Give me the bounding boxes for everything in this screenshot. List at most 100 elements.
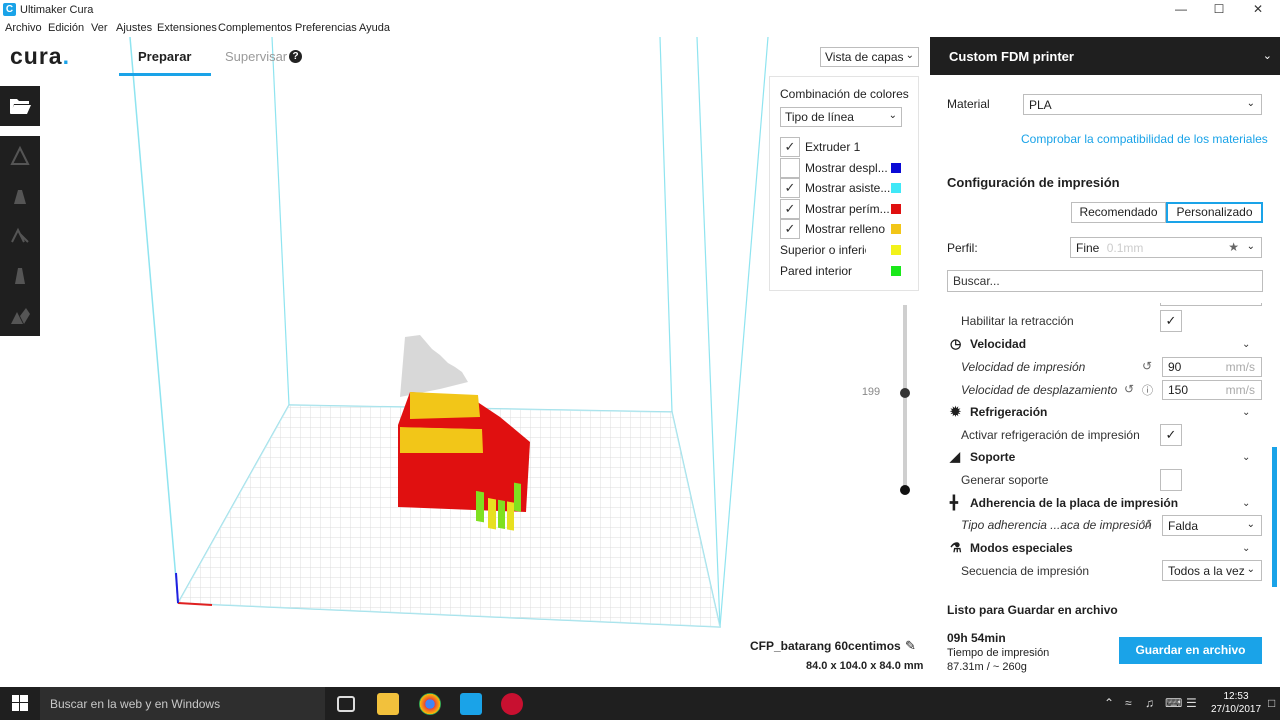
travel-speed-input[interactable]: 150 mm/s [1162,380,1262,400]
menu-ver[interactable]: Ver [91,22,108,34]
show-shell-label: Mostrar perím... [805,202,890,216]
layer-slider-bottom-handle[interactable] [900,485,910,495]
mirror-tool-icon[interactable] [8,264,32,288]
minimize-button[interactable]: — [1171,2,1191,18]
setting-print-speed-label: Velocidad de impresión [961,360,1086,374]
extruder-1-row[interactable]: ✓ Extruder 1 [780,137,910,157]
reset-icon[interactable]: ↺ [1142,359,1152,373]
show-travel-checkbox[interactable] [780,158,800,178]
menu-edicion[interactable]: Edición [48,22,84,34]
per-model-settings-icon[interactable] [8,304,32,328]
show-helpers-checkbox[interactable]: ✓ [780,178,800,198]
star-icon[interactable]: ★ [1228,240,1239,254]
folder-open-icon [10,99,31,114]
chevron-down-icon[interactable]: ⌄ [1242,543,1250,554]
chevron-down-icon[interactable]: ⌄ [1242,452,1250,463]
section-support-title: Soporte [970,450,1016,464]
scale-tool-icon[interactable] [8,184,32,208]
maximize-button[interactable]: ☐ [1209,2,1229,18]
generate-support-checkbox[interactable] [1160,469,1182,491]
network-icon[interactable]: ≈ [1125,696,1132,710]
speed-gauge-icon: ◷ [950,336,962,351]
chevron-down-icon: ⌄ [888,110,897,121]
tray-chevron-up-icon[interactable]: ⌃ [1104,696,1114,710]
travel-speed-value: 150 [1168,383,1189,397]
print-time-value: 09h 54min [947,631,1006,645]
menu-preferencias[interactable]: Preferencias [295,22,357,34]
chrome-icon[interactable] [419,693,441,715]
ready-status-title: Listo para Guardar en archivo [947,603,1118,617]
show-shell-row[interactable]: ✓ Mostrar perím... [780,199,910,219]
info-icon[interactable]: ⓘ [1142,382,1153,398]
taskbar-search-box[interactable]: Buscar en la web y en Windows [40,687,325,720]
tab-prepare[interactable]: Preparar [138,49,191,64]
menu-ajustes[interactable]: Ajustes [116,22,152,34]
adhesion-type-dropdown[interactable]: Falda ⌄ [1162,515,1262,536]
show-infill-checkbox[interactable]: ✓ [780,219,800,239]
material-dropdown[interactable]: PLA ⌄ [1023,94,1262,115]
cura-taskbar-icon[interactable] [460,693,482,715]
rotate-tool-icon[interactable] [8,224,32,248]
title-bar: C Ultimaker Cura — ☐ ✕ [0,0,1280,20]
menu-archivo[interactable]: Archivo [5,22,42,34]
print-time-label: Tiempo de impresión [947,647,1050,659]
windows-start-icon[interactable] [12,695,28,711]
edit-name-pencil-icon[interactable]: ✎ [905,638,916,654]
layer-slider[interactable] [900,305,910,495]
settings-search-input[interactable]: Buscar... [947,270,1263,292]
save-to-file-button[interactable]: Guardar en archivo [1119,637,1262,664]
language-icon[interactable]: ☰ [1186,696,1197,710]
open-file-button[interactable] [0,86,40,126]
taskbar-clock[interactable]: 12:53 27/10/2017 [1206,690,1266,716]
view-mode-dropdown[interactable]: Vista de capas ⌄ [820,47,919,67]
file-explorer-icon[interactable] [377,693,399,715]
chevron-down-icon[interactable]: ⌄ [1242,339,1250,350]
retraction-checkbox[interactable]: ✓ [1160,310,1182,332]
extruder-1-checkbox[interactable]: ✓ [780,137,800,157]
layer-view-panel: Combinación de colores Tipo de línea ⌄ ✓… [769,76,919,291]
profile-suffix: 0.1mm [1106,241,1144,255]
chevron-down-icon: ⌄ [1246,519,1255,530]
show-infill-row[interactable]: ✓ Mostrar relleno [780,219,910,239]
recommended-mode-button[interactable]: Recomendado [1071,202,1166,223]
enable-cooling-checkbox[interactable]: ✓ [1160,424,1182,446]
task-view-icon[interactable] [337,696,355,712]
print-speed-input[interactable]: 90 mm/s [1162,357,1262,377]
menu-complementos[interactable]: Complementos [218,22,292,34]
show-infill-label: Mostrar relleno [805,222,886,236]
printer-name: Custom FDM printer [949,49,1074,64]
helpers-color-swatch [891,183,901,193]
color-scheme-dropdown[interactable]: Tipo de línea ⌄ [780,107,902,127]
adhesion-type-value: Falda [1168,519,1199,533]
help-icon[interactable]: ? [289,50,302,63]
menu-ayuda[interactable]: Ayuda [359,22,390,34]
menu-extensiones[interactable]: Extensiones [157,22,217,34]
travel-color-swatch [891,163,901,173]
chevron-down-icon[interactable]: ⌄ [1242,407,1250,418]
current-layer-input[interactable]: 199 [855,386,887,402]
layer-slider-top-handle[interactable] [900,388,910,398]
move-tool-icon[interactable] [8,144,32,168]
red-app-icon[interactable] [501,693,523,715]
volume-icon[interactable]: ♫ [1145,696,1154,710]
chevron-down-icon[interactable]: ⌄ [1242,498,1250,509]
profile-dropdown[interactable]: Fine 0.1mm ★ ⌄ [1070,237,1262,258]
active-tab-indicator [119,73,211,76]
print-sequence-dropdown[interactable]: Todos a la vez ⌄ [1162,560,1262,581]
show-helpers-row[interactable]: ✓ Mostrar asiste... [780,178,910,198]
reset-icon[interactable]: ↺ [1142,517,1152,531]
notifications-icon[interactable]: □ [1268,696,1275,710]
object-dimensions: 84.0 x 104.0 x 84.0 mm [806,660,924,672]
custom-mode-button[interactable]: Personalizado [1166,202,1263,223]
reset-icon[interactable]: ↺ [1124,382,1134,396]
show-travel-row[interactable]: Mostrar despl... [780,158,910,178]
tab-monitor[interactable]: Supervisar [225,49,287,64]
printer-selector[interactable]: Custom FDM printer ⌄ [930,37,1280,75]
window-title: Ultimaker Cura [20,4,94,16]
keyboard-icon[interactable]: ⌨ [1165,696,1182,710]
show-shell-checkbox[interactable]: ✓ [780,199,800,219]
taskbar-search-placeholder: Buscar en la web y en Windows [50,697,221,711]
material-compat-link[interactable]: Comprobar la compatibilidad de los mater… [1021,132,1268,146]
settings-scrollbar[interactable] [1272,447,1277,587]
close-button[interactable]: ✕ [1248,2,1268,18]
